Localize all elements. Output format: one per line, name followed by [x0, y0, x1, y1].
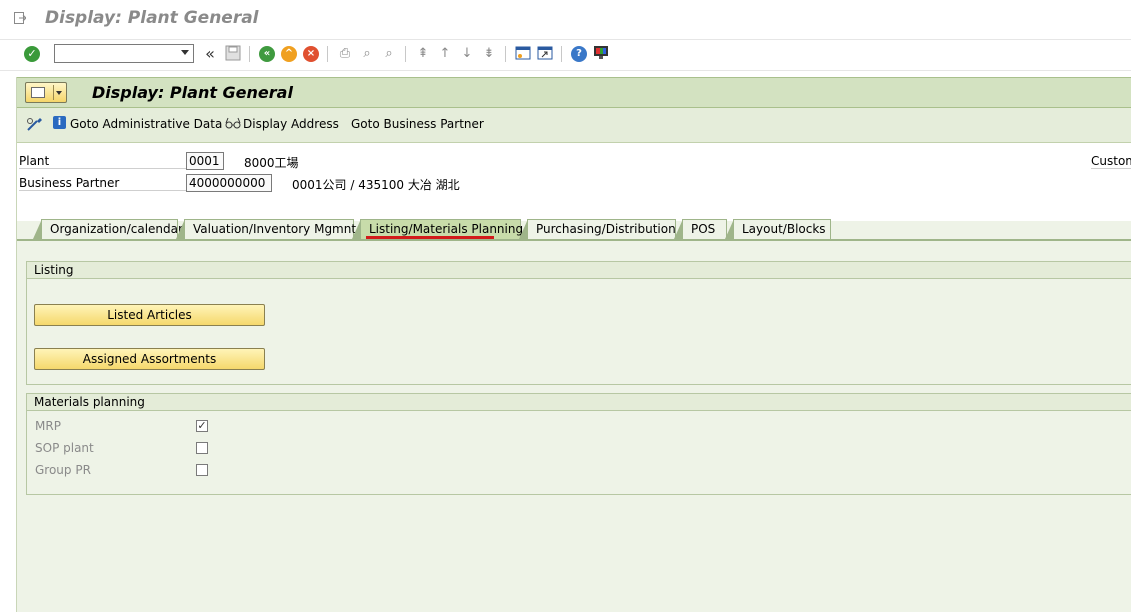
menu-split	[53, 85, 54, 100]
group-pr-label: Group PR	[35, 463, 91, 477]
shortcut-icon[interactable]	[536, 45, 554, 63]
application-title-bar: Display: Plant General	[17, 77, 1131, 108]
glasses-icon[interactable]	[225, 116, 242, 134]
application-toolbar: i Goto Administrative Data Display Addre…	[17, 108, 1131, 143]
system-toolbar: ✓ « « ^ × ⎙ ⌕ ⌕ ⇞ ↑ ↓ ⇟ ?	[0, 39, 1131, 71]
cancel-icon[interactable]: ×	[303, 46, 319, 62]
tab-strip-border	[17, 239, 1131, 241]
toolbar-separator	[405, 46, 406, 62]
toolbar-separator	[327, 46, 328, 62]
last-page-icon[interactable]: ⇟	[480, 45, 498, 63]
toolbar-separator	[249, 46, 250, 62]
toolbar-separator	[505, 46, 506, 62]
tab-label: Organization/calendar	[50, 222, 183, 236]
assigned-assortments-button[interactable]: Assigned Assortments	[34, 348, 265, 370]
toolbar-separator	[561, 46, 562, 62]
sop-plant-label: SOP plant	[35, 441, 94, 455]
menu-icon	[31, 87, 45, 98]
business-partner-field[interactable]: 4000000000	[186, 174, 272, 192]
command-field[interactable]	[54, 44, 194, 63]
sop-plant-checkbox[interactable]	[196, 442, 208, 454]
listing-group: Listing Listed Articles Assigned Assortm…	[26, 261, 1131, 385]
exit-window-icon[interactable]	[14, 12, 26, 24]
find-next-icon[interactable]: ⌕	[380, 45, 398, 63]
layout-icon[interactable]	[592, 45, 610, 63]
new-session-icon[interactable]	[514, 45, 532, 63]
business-partner-description: 0001公司 / 435100 大冶 湖北	[292, 178, 460, 192]
print-icon[interactable]: ⎙	[336, 45, 354, 63]
goto-business-partner-button[interactable]: Goto Business Partner	[351, 117, 484, 131]
save-icon[interactable]	[224, 45, 242, 63]
business-partner-label: Business Partner	[19, 176, 187, 191]
display-change-icon[interactable]	[26, 116, 44, 136]
custom-label: Custom	[1091, 154, 1131, 169]
listed-articles-button[interactable]: Listed Articles	[34, 304, 265, 326]
group-pr-checkbox[interactable]	[196, 464, 208, 476]
previous-page-icon[interactable]: ↑	[436, 45, 454, 63]
header-fields: Plant 0001 8000工場 Business Partner 40000…	[17, 143, 1131, 221]
tab-label: Layout/Blocks	[742, 222, 826, 236]
tab-layout-blocks[interactable]: Layout/Blocks	[725, 219, 831, 239]
tab-label: Valuation/Inventory Mgmnt	[193, 222, 357, 236]
find-icon[interactable]: ⌕	[358, 45, 376, 63]
window-title: Display: Plant General	[45, 8, 259, 28]
application-area: Display: Plant General i Goto Administra…	[16, 77, 1131, 612]
plant-label: Plant	[19, 154, 187, 169]
tab-pos[interactable]: POS	[674, 219, 727, 239]
tab-organization-calendar[interactable]: Organization/calendar	[33, 219, 183, 239]
first-page-icon[interactable]: ⇞	[414, 45, 432, 63]
tab-purchasing-distribution[interactable]: Purchasing/Distribution	[519, 219, 676, 239]
tab-strip: Organization/calendar Valuation/Inventor…	[17, 217, 1131, 240]
tab-label: POS	[691, 222, 716, 236]
display-address-button[interactable]: Display Address	[243, 117, 339, 131]
enter-icon[interactable]: ✓	[24, 46, 40, 62]
help-icon[interactable]: ?	[571, 46, 587, 62]
listing-group-title: Listing	[27, 262, 1131, 279]
goto-admin-data-button[interactable]: Goto Administrative Data	[70, 117, 222, 131]
exit-icon[interactable]: ^	[281, 46, 297, 62]
next-page-icon[interactable]: ↓	[458, 45, 476, 63]
mrp-checkbox[interactable]: ✓	[196, 420, 208, 432]
menu-button[interactable]	[25, 82, 67, 103]
plant-description: 8000工場	[244, 156, 299, 170]
plant-field[interactable]: 0001	[186, 152, 224, 170]
materials-planning-group-title: Materials planning	[27, 394, 1131, 411]
window-title-bar: Display: Plant General	[0, 0, 1131, 38]
mrp-label: MRP	[35, 419, 61, 433]
materials-planning-group: Materials planning MRP ✓ SOP plant Group…	[26, 393, 1131, 495]
tab-label: Purchasing/Distribution	[536, 222, 676, 236]
info-icon[interactable]: i	[53, 116, 66, 129]
collapse-icon[interactable]: «	[201, 45, 219, 63]
active-tab-underline	[366, 236, 494, 239]
menu-dropdown-icon[interactable]	[56, 91, 62, 95]
back-icon[interactable]: «	[259, 46, 275, 62]
command-dropdown-icon[interactable]	[181, 50, 189, 55]
page-title: Display: Plant General	[92, 83, 293, 102]
tab-valuation-inventory[interactable]: Valuation/Inventory Mgmnt	[176, 219, 357, 239]
